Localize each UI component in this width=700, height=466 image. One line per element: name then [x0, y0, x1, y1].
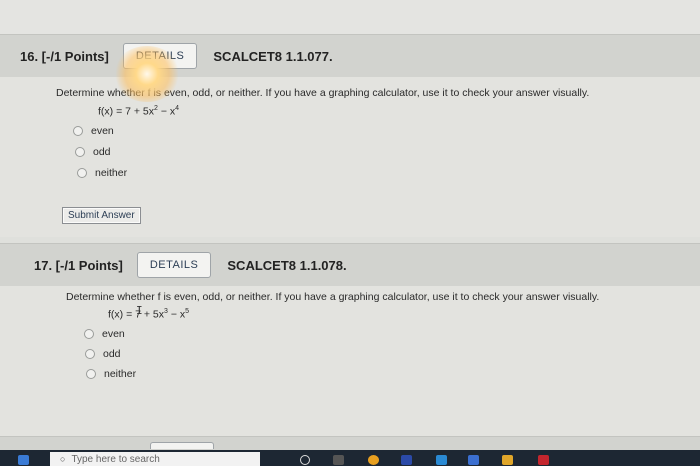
question-17-body	[0, 286, 700, 436]
radio-button[interactable]	[77, 168, 87, 178]
question-17-option-neither[interactable]: neither	[86, 368, 136, 380]
onenote-icon[interactable]	[401, 455, 412, 465]
radio-button[interactable]	[85, 349, 95, 359]
question-17-header: 17. [-/1 Points] DETAILS SCALCET8 1.1.07…	[0, 243, 700, 287]
question-17-option-even[interactable]: even	[84, 328, 125, 340]
option-label: even	[91, 125, 114, 137]
taskbar-search-box[interactable]: ○ Type here to search	[50, 452, 260, 466]
question-16-submit-button[interactable]: Submit Answer	[62, 207, 141, 224]
question-17-prompt: Determine whether f is even, odd, or nei…	[66, 291, 600, 303]
question-16-header: 16. [-/1 Points] DETAILS SCALCET8 1.1.07…	[0, 34, 700, 78]
question-16-formula: f(x) = 7 + 5x2 − x4	[98, 105, 179, 118]
question-16-option-even[interactable]: even	[73, 125, 114, 137]
task-view-icon[interactable]	[333, 455, 344, 465]
formula-exponent: 4	[175, 105, 180, 112]
app-icon[interactable]	[538, 455, 549, 465]
question-16-option-odd[interactable]: odd	[75, 146, 111, 158]
option-label: neither	[104, 368, 137, 380]
formula-exponent: 5	[185, 308, 190, 315]
windows-start-icon[interactable]	[18, 455, 29, 465]
formula-part: − x	[167, 308, 186, 321]
taskbar-search-placeholder: Type here to search	[71, 453, 160, 465]
browser-page: 16. [-/1 Points] DETAILS SCALCET8 1.1.07…	[0, 0, 700, 466]
question-16-option-neither[interactable]: neither	[77, 167, 127, 179]
option-label: neither	[95, 167, 128, 179]
text-cursor-icon: I	[136, 304, 143, 317]
radio-button[interactable]	[75, 147, 85, 157]
chrome-icon[interactable]	[368, 455, 379, 465]
formula-part: − x	[157, 105, 176, 118]
radio-button[interactable]	[86, 369, 96, 379]
next-question-details-button[interactable]	[150, 442, 214, 449]
file-explorer-icon[interactable]	[502, 455, 513, 465]
calendar-icon[interactable]	[468, 455, 479, 465]
search-icon: ○	[60, 454, 66, 464]
option-label: odd	[103, 348, 121, 360]
formula-part: f(x) = 7 + 5x	[98, 105, 155, 118]
next-question-header	[0, 436, 700, 451]
question-17-option-odd[interactable]: odd	[85, 348, 121, 360]
option-label: even	[102, 328, 125, 340]
radio-button[interactable]	[84, 329, 94, 339]
question-17-code: SCALCET8 1.1.078.	[227, 257, 347, 273]
page-top-area	[0, 0, 700, 34]
light-glare	[113, 46, 181, 102]
cortana-icon[interactable]	[300, 455, 310, 465]
question-16-code: SCALCET8 1.1.077.	[213, 48, 333, 64]
mail-icon[interactable]	[436, 455, 447, 465]
question-17-details-button[interactable]: DETAILS	[136, 252, 212, 278]
question-17-formula: f(x) = 7 + 5x3 − x5	[108, 308, 189, 321]
question-17-number: 17. [-/1 Points]	[34, 257, 123, 273]
question-16-number: 16. [-/1 Points]	[20, 48, 109, 64]
option-label: odd	[93, 146, 111, 158]
radio-button[interactable]	[73, 126, 83, 136]
